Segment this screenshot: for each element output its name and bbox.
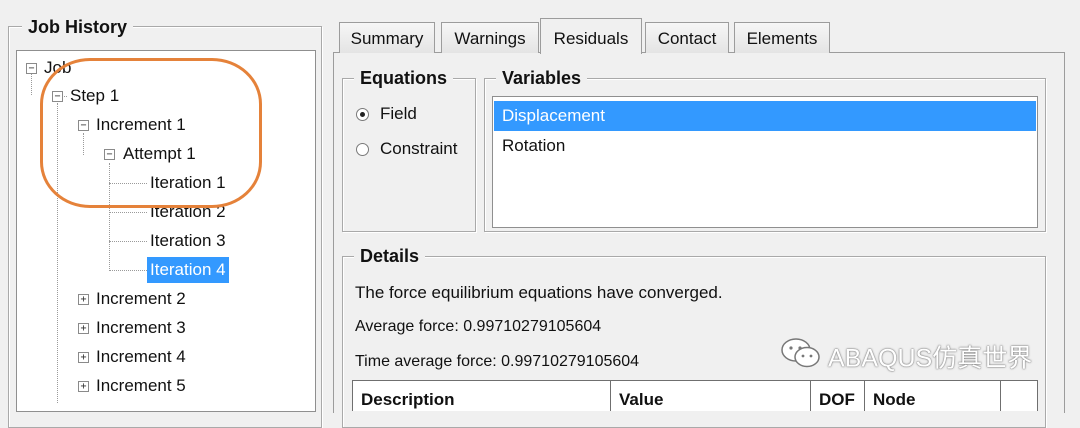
tab-residuals[interactable]: Residuals: [540, 18, 642, 54]
tree-connector: [109, 163, 110, 271]
tab-warnings[interactable]: Warnings: [441, 22, 539, 53]
tree-connector: [109, 212, 147, 213]
tree-connector: [109, 241, 147, 242]
tree-node-label: Increment 1: [96, 115, 186, 134]
tree-node-label: Job: [44, 58, 72, 77]
collapse-toggle-icon[interactable]: −: [104, 149, 115, 160]
variables-title: Variables: [496, 67, 588, 89]
expand-toggle-icon[interactable]: +: [78, 323, 89, 334]
tree-connector: [31, 73, 32, 95]
details-title: Details: [354, 245, 426, 267]
tab-elements[interactable]: Elements: [734, 22, 830, 53]
tree-node-label: Increment 2: [96, 289, 186, 308]
constraint-radio-option[interactable]: Constraint: [354, 137, 470, 161]
column-header-node[interactable]: Node: [865, 381, 1001, 411]
job-tree[interactable]: − Job − Step 1 − Increment 1 − Attempt 1…: [16, 50, 316, 412]
watermark: ABAQUS仿真世界: [780, 337, 1032, 376]
collapse-toggle-icon[interactable]: −: [52, 91, 63, 102]
details-table[interactable]: Description Value DOF Node: [352, 380, 1038, 411]
tree-connector: [83, 133, 84, 155]
average-force-text: Average force: 0.99710279105604: [355, 318, 602, 335]
tree-node-label: Iteration 1: [150, 173, 226, 192]
convergence-message: The force equilibrium equations have con…: [355, 283, 723, 302]
watermark-text: ABAQUS仿真世界: [828, 344, 1033, 373]
column-header-dof[interactable]: DOF: [811, 381, 865, 411]
tree-connector: [109, 270, 147, 271]
tree-node-label: Iteration 2: [150, 202, 226, 221]
tab-summary[interactable]: Summary: [339, 22, 435, 53]
tree-connector: [109, 183, 147, 184]
list-item-rotation[interactable]: Rotation: [494, 131, 1036, 161]
tree-node-label: Step 1: [70, 86, 120, 105]
equations-title: Equations: [354, 67, 454, 89]
column-header-description[interactable]: Description: [353, 381, 611, 411]
tab-contact[interactable]: Contact: [645, 22, 729, 53]
collapse-toggle-icon[interactable]: −: [26, 63, 37, 74]
tree-node-label: Iteration 3: [150, 231, 226, 250]
radio-button-checked[interactable]: [356, 108, 369, 121]
list-item-displacement[interactable]: Displacement: [494, 101, 1036, 131]
radio-button[interactable]: [356, 143, 369, 156]
field-radio-option[interactable]: Field: [354, 102, 464, 126]
tree-connector: [57, 103, 58, 403]
tree-node-label: Increment 5: [96, 376, 186, 395]
tree-node-label: Increment 3: [96, 318, 186, 337]
radio-label: Field: [380, 104, 417, 123]
radio-label: Constraint: [380, 139, 458, 158]
expand-toggle-icon[interactable]: +: [78, 352, 89, 363]
job-history-title: Job History: [22, 16, 134, 38]
wechat-icon: [780, 337, 822, 376]
tree-node-label: Attempt 1: [123, 144, 196, 163]
tree-node-label: Iteration 4: [147, 257, 229, 283]
expand-toggle-icon[interactable]: +: [78, 294, 89, 305]
collapse-toggle-icon[interactable]: −: [78, 120, 89, 131]
tree-node-label: Increment 4: [96, 347, 186, 366]
time-average-force-text: Time average force: 0.99710279105604: [355, 353, 640, 370]
variables-list[interactable]: Displacement Rotation: [492, 96, 1038, 228]
column-header-value[interactable]: Value: [611, 381, 811, 411]
expand-toggle-icon[interactable]: +: [78, 381, 89, 392]
